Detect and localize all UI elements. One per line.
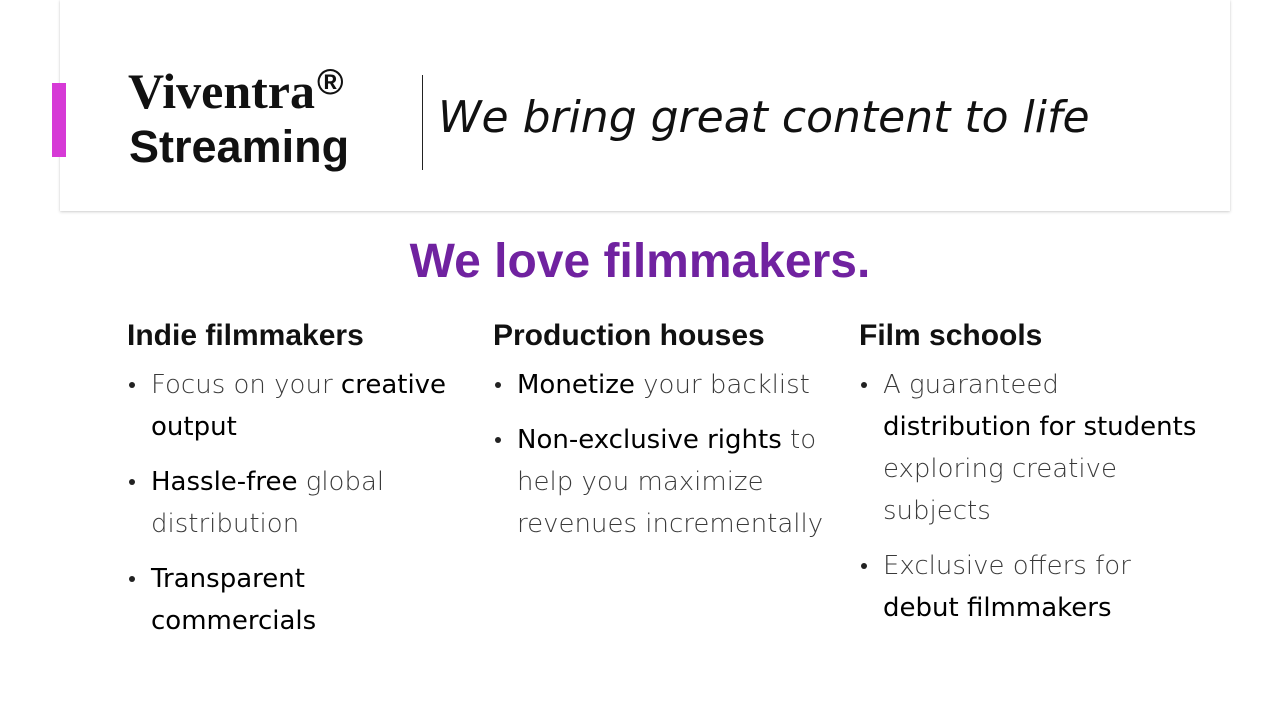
- list-item: Transparent commercials: [127, 558, 477, 642]
- item-text: Exclusive offers for: [883, 551, 1131, 581]
- bullet-list: A guaranteed distribution for students e…: [859, 364, 1209, 629]
- item-emphasis: Transparent commercials: [151, 564, 317, 636]
- header-divider: [422, 75, 423, 170]
- brand-name: Viventra®: [128, 61, 344, 125]
- item-emphasis: Non-exclusive rights: [517, 425, 782, 455]
- brand-subtitle: Streaming: [129, 121, 350, 172]
- item-text: Focus on your: [151, 370, 341, 400]
- bullet-list: Monetize your backlist Non-exclusive rig…: [493, 364, 843, 545]
- list-item: Non-exclusive rights to help you maximiz…: [493, 419, 843, 545]
- item-emphasis: Hassle-free: [151, 467, 298, 497]
- column-production-houses: Production houses Monetize your backlist…: [493, 316, 843, 558]
- page-headline: We love filmmakers.: [409, 235, 871, 288]
- column-indie-filmmakers: Indie filmmakers Focus on your creative …: [127, 316, 477, 655]
- item-text: A guaranteed: [883, 370, 1059, 400]
- column-title: Production houses: [493, 319, 765, 352]
- list-item: Monetize your backlist: [493, 364, 843, 406]
- tagline: We bring great content to life: [438, 92, 1090, 143]
- column-title: Indie filmmakers: [127, 319, 364, 352]
- item-emphasis: debut filmmakers: [883, 593, 1112, 623]
- list-item: A guaranteed distribution for students e…: [859, 364, 1209, 532]
- accent-bar: [52, 83, 66, 157]
- bullet-list: Focus on your creative output Hassle-fre…: [127, 364, 477, 642]
- item-text: your backlist: [634, 370, 810, 400]
- list-item: Focus on your creative output: [127, 364, 477, 448]
- column-film-schools: Film schools A guaranteed distribution f…: [859, 316, 1209, 642]
- item-emphasis: Monetize: [517, 370, 635, 400]
- column-title: Film schools: [859, 319, 1043, 352]
- list-item: Exclusive offers for debut filmmakers: [859, 545, 1209, 629]
- item-text: exploring creative subjects: [883, 454, 1117, 526]
- item-emphasis: distribution for students: [883, 412, 1197, 442]
- brand-name-text: Viventra: [128, 63, 315, 119]
- list-item: Hassle-free global distribution: [127, 461, 477, 545]
- registered-mark: ®: [317, 61, 344, 102]
